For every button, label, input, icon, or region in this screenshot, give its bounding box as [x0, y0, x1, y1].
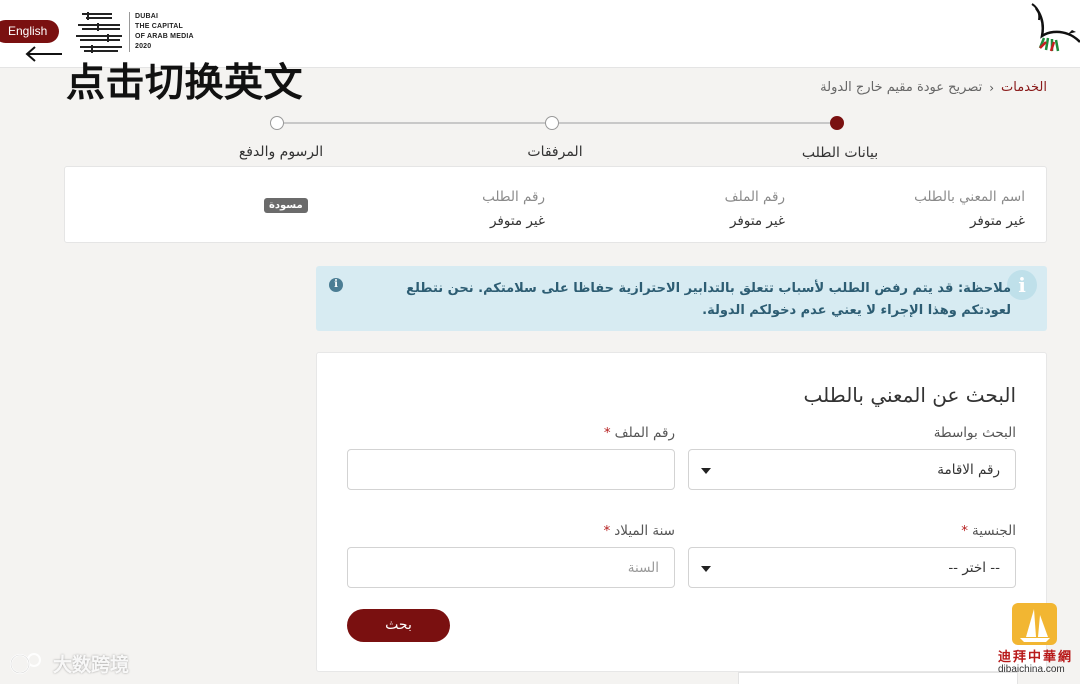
step-1-label: بيانات الطلب — [801, 145, 879, 161]
breadcrumb-services-link[interactable]: الخدمات — [1001, 80, 1047, 95]
nationality-label-text: الجنسية — [971, 523, 1016, 539]
info-value: غير متوفر — [489, 213, 545, 229]
arabic-calligraphy-logo-icon — [76, 12, 122, 53]
nationality-select[interactable]: -- اختر -- — [688, 547, 1016, 588]
search-title: البحث عن المعني بالطلب — [803, 383, 1016, 407]
dubai-media-logo-arabic — [72, 10, 128, 54]
required-asterisk: * — [603, 523, 611, 539]
status-badge: مسودة — [264, 198, 308, 213]
step-2-label: المرفقات — [527, 144, 583, 160]
info-file-number: رقم الملف غير متوفر — [725, 189, 785, 229]
watermark-left-text: 大数跨境 — [53, 654, 130, 676]
info-value: غير متوفر — [729, 213, 785, 229]
watermark-right-url: dibaichina.com — [998, 664, 1065, 675]
logo-line-2: THE CAPITAL — [135, 23, 183, 30]
info-watermark-icon: i — [1007, 270, 1037, 300]
caret-down-icon — [701, 468, 711, 474]
notice-alert: i ملاحظة: قد يتم رفض الطلب لأسباب تتعلق … — [316, 266, 1047, 331]
watermark-right-text: 迪拜中華網 — [998, 650, 1074, 665]
nationality-label: الجنسية* — [961, 523, 1016, 539]
required-asterisk: * — [603, 425, 611, 441]
watermark-left: 大数跨境 — [8, 648, 143, 678]
info-label: رقم الطلب — [482, 189, 545, 205]
caret-down-icon — [701, 566, 711, 572]
chevron-left-icon: ‹ — [989, 80, 995, 95]
arrow-left-icon — [25, 46, 62, 62]
birth-year-label-text: سنة الميلاد — [614, 523, 675, 539]
application-info-card: مسودة اسم المعني بالطلب غير متوفر رقم ال… — [64, 166, 1047, 243]
annotation-caption: 点击切换英文 — [66, 61, 304, 106]
info-application-number: رقم الطلب غير متوفر — [482, 189, 545, 229]
info-applicant-name: اسم المعني بالطلب غير متوفر — [914, 189, 1025, 229]
search-by-select[interactable]: رقم الاقامة — [688, 449, 1016, 490]
step-3-indicator — [270, 116, 284, 130]
file-number-label-text: رقم الملف — [614, 425, 675, 441]
breadcrumb-current: تصريح عودة مقيم خارج الدولة — [820, 80, 983, 95]
search-button[interactable]: بحث — [347, 609, 450, 642]
birth-year-input[interactable]: السنة — [347, 547, 675, 588]
info-label: اسم المعني بالطلب — [914, 189, 1025, 205]
logo-line-4: 2020 — [135, 43, 152, 50]
file-number-label: رقم الملف* — [604, 425, 675, 441]
logo-line-1: DUBAI — [135, 13, 159, 20]
search-by-label: البحث بواسطة — [934, 425, 1016, 441]
logo-divider — [129, 12, 130, 52]
sail-logo-icon — [1020, 609, 1050, 642]
uae-falcon-logo-icon — [1031, 3, 1080, 52]
watermark-right-logo — [1012, 603, 1057, 645]
nationality-value: -- اختر -- — [948, 560, 1000, 576]
step-1-indicator — [830, 116, 844, 130]
file-number-input[interactable] — [347, 449, 675, 490]
birth-year-placeholder: السنة — [627, 560, 659, 576]
notice-text: ملاحظة: قد يتم رفض الطلب لأسباب تتعلق با… — [406, 281, 1011, 318]
info-icon: i — [329, 278, 343, 292]
info-value: غير متوفر — [969, 213, 1025, 229]
search-by-label-text: البحث بواسطة — [933, 425, 1016, 441]
watermark-logo-icon — [10, 653, 41, 674]
info-label: رقم الملف — [724, 189, 785, 205]
dubai-media-logo-english: DUBAI THE CAPITAL OF ARAB MEDIA 2020 — [135, 12, 194, 52]
language-toggle-button[interactable]: English — [0, 20, 60, 43]
breadcrumb: الخدمات ‹ تصريح عودة مقيم خارج الدولة — [820, 80, 1047, 95]
logo-line-3: OF ARAB MEDIA — [135, 33, 194, 40]
search-by-value: رقم الاقامة — [937, 462, 1000, 478]
birth-year-label: سنة الميلاد* — [604, 523, 675, 539]
required-asterisk: * — [961, 523, 968, 539]
step-3-label: الرسوم والدفع — [238, 144, 324, 160]
bottom-panel-edge — [738, 672, 1018, 684]
step-2-indicator — [545, 116, 559, 130]
